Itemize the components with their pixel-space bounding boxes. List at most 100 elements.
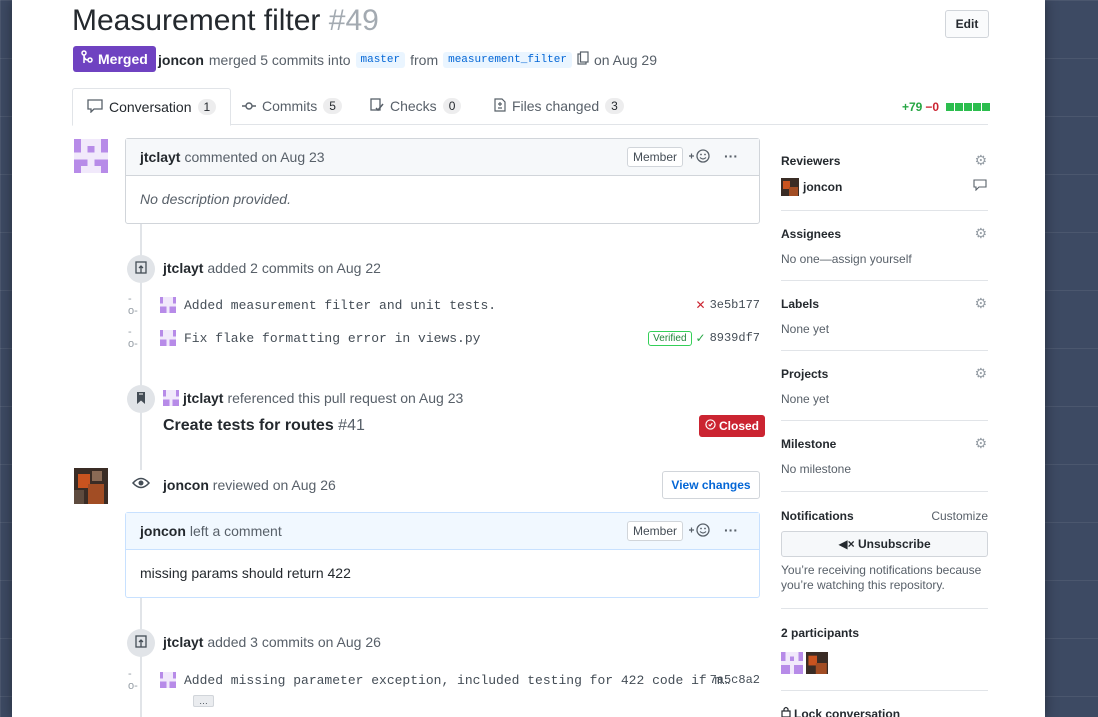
avatar bbox=[781, 178, 799, 196]
commit-message[interactable]: Fix flake formatting error in views.py bbox=[184, 331, 480, 346]
copy-icon[interactable] bbox=[577, 51, 589, 68]
comment-body: No description provided. bbox=[140, 191, 291, 207]
diffstat: +79 −0 bbox=[902, 100, 991, 114]
avatar[interactable] bbox=[160, 672, 176, 688]
referenced-issue[interactable]: Create tests for routes #41 bbox=[163, 417, 365, 435]
customize-link[interactable]: Customize bbox=[931, 509, 988, 523]
check-icon[interactable]: ✓ bbox=[696, 331, 706, 345]
reviewer[interactable]: joncon bbox=[781, 178, 842, 196]
event-action: added 2 commits on Aug 22 bbox=[207, 260, 381, 276]
avatar[interactable] bbox=[74, 138, 108, 174]
commit-sha: Verified ✓ 8939df7 bbox=[648, 330, 760, 346]
event-action: reviewed on Aug 26 bbox=[212, 477, 336, 493]
gear-icon[interactable]: ⚙ bbox=[974, 152, 987, 169]
avatar[interactable] bbox=[74, 468, 108, 504]
event-author[interactable]: joncon bbox=[163, 477, 209, 493]
commit-row: -o- Added measurement filter and unit te… bbox=[128, 293, 760, 317]
merge-text: merged 5 commits into bbox=[208, 51, 351, 68]
avatar[interactable] bbox=[806, 652, 828, 674]
expand-message-button[interactable]: … bbox=[193, 692, 214, 707]
commit-icon: -o- bbox=[128, 326, 138, 350]
edit-button[interactable]: Edit bbox=[945, 10, 989, 38]
verified-badge[interactable]: Verified bbox=[648, 330, 692, 346]
projects-value: None yet bbox=[781, 392, 830, 406]
comment-header: jtclayt commented on Aug 23 Member ··· bbox=[126, 139, 759, 176]
tab-files-changed[interactable]: Files changed 3 bbox=[494, 88, 624, 124]
timeline-event: jtclayt referenced this pull request on … bbox=[163, 390, 463, 406]
tab-counter: 0 bbox=[442, 98, 462, 114]
sidebar-milestone: Milestone ⚙ No milestone bbox=[781, 420, 988, 492]
x-icon[interactable]: ✕ bbox=[696, 298, 706, 312]
head-branch[interactable]: measurement_filter bbox=[443, 51, 572, 68]
comment-author[interactable]: joncon bbox=[140, 523, 186, 539]
sha-link[interactable]: 3e5b177 bbox=[710, 298, 760, 312]
pull-request-page: Measurement filter #49 Edit Merged jonco… bbox=[12, 0, 1045, 717]
unsubscribe-button[interactable]: ◀× Unsubscribe bbox=[781, 531, 988, 557]
file-diff-icon bbox=[494, 97, 506, 115]
sidebar-label[interactable]: Milestone bbox=[781, 437, 836, 451]
labels-value: None yet bbox=[781, 322, 830, 336]
gear-icon[interactable]: ⚙ bbox=[974, 435, 987, 452]
commit-icon bbox=[242, 98, 256, 114]
avatar[interactable] bbox=[160, 330, 176, 346]
tab-bar: Conversation 1 Commits 5 Checks 0 Files … bbox=[72, 88, 988, 126]
sidebar-label: Notifications bbox=[781, 509, 854, 523]
event-action: added 3 commits on Aug 26 bbox=[207, 634, 381, 650]
tab-label: Conversation bbox=[109, 99, 192, 115]
lock-conversation-link[interactable]: Lock conversation bbox=[781, 706, 900, 717]
sha-link[interactable]: 8939df7 bbox=[710, 331, 760, 345]
sidebar-label[interactable]: Reviewers bbox=[781, 154, 840, 168]
author-link[interactable]: joncon bbox=[158, 52, 204, 68]
event-author[interactable]: jtclayt bbox=[163, 260, 203, 276]
event-author[interactable]: jtclayt bbox=[163, 634, 203, 650]
ellipsis-icon: … bbox=[193, 695, 214, 707]
timeline-badge bbox=[127, 470, 155, 498]
page-title: Measurement filter #49 bbox=[72, 4, 379, 38]
additions-count: +79 bbox=[902, 100, 923, 114]
add-reaction-icon[interactable] bbox=[689, 522, 711, 541]
sidebar-participants: 2 participants bbox=[781, 608, 988, 691]
gear-icon[interactable]: ⚙ bbox=[974, 295, 987, 312]
tab-commits[interactable]: Commits 5 bbox=[242, 88, 342, 124]
bookmark-icon bbox=[136, 391, 146, 408]
sha-link[interactable]: 7a5c8a2 bbox=[710, 673, 760, 687]
commit-message[interactable]: Added missing parameter exception, inclu… bbox=[184, 673, 730, 688]
assignees-value[interactable]: No one—assign yourself bbox=[781, 252, 912, 266]
commit-sha: ✕ 3e5b177 bbox=[696, 298, 760, 312]
avatar[interactable] bbox=[160, 297, 176, 313]
tab-conversation[interactable]: Conversation 1 bbox=[72, 88, 232, 126]
more-options-icon[interactable]: ··· bbox=[724, 148, 738, 164]
base-branch[interactable]: master bbox=[355, 51, 406, 68]
event-action: referenced this pull request on Aug 23 bbox=[227, 390, 464, 406]
sidebar-label[interactable]: Assignees bbox=[781, 227, 841, 241]
more-options-icon[interactable]: ··· bbox=[724, 522, 738, 538]
eye-icon bbox=[131, 477, 151, 492]
sidebar-label[interactable]: Labels bbox=[781, 297, 819, 311]
comment: jtclayt commented on Aug 23 Member ··· N… bbox=[125, 138, 760, 224]
issue-title[interactable]: Create tests for routes bbox=[163, 417, 334, 434]
comment-action: left a comment bbox=[189, 523, 282, 539]
sidebar-label[interactable]: Projects bbox=[781, 367, 828, 381]
comment-author[interactable]: jtclayt bbox=[140, 149, 180, 165]
tab-counter: 1 bbox=[197, 99, 217, 115]
commit-message[interactable]: Added measurement filter and unit tests. bbox=[184, 298, 496, 313]
event-author[interactable]: jtclayt bbox=[183, 390, 223, 406]
timeline-line bbox=[140, 598, 142, 717]
tab-checks[interactable]: Checks 0 bbox=[370, 88, 462, 124]
participant-avatars bbox=[781, 652, 828, 674]
status-label: Closed bbox=[719, 419, 760, 433]
pr-title: Measurement filter bbox=[72, 4, 321, 37]
merge-icon bbox=[81, 46, 93, 72]
sidebar-notifications: Notifications Customize ◀× Unsubscribe Y… bbox=[781, 491, 988, 609]
comment-body: missing params should return 422 bbox=[140, 565, 351, 581]
view-changes-button[interactable]: View changes bbox=[662, 471, 760, 499]
avatar[interactable] bbox=[781, 652, 803, 674]
add-reaction-icon[interactable] bbox=[689, 148, 711, 167]
gear-icon[interactable]: ⚙ bbox=[974, 365, 987, 382]
comment-icon bbox=[973, 178, 987, 194]
repo-push-icon bbox=[135, 260, 147, 278]
avatar[interactable] bbox=[163, 390, 179, 406]
timeline-badge bbox=[127, 255, 155, 283]
gear-icon[interactable]: ⚙ bbox=[974, 225, 987, 242]
lock-label: Lock conversation bbox=[794, 706, 901, 717]
